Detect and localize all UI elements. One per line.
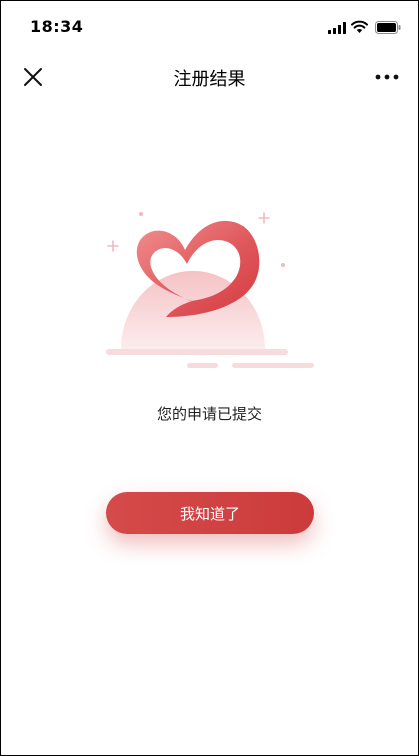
status-time: 18:34 [30,17,84,36]
status-bar: 18:34 [1,1,418,53]
phone-screen: 18:34 注册结果 您的申请已提交 我知道了 [0,0,419,756]
more-options-icon[interactable] [373,65,401,89]
battery-icon [375,21,401,34]
page-title: 注册结果 [173,69,246,90]
cellular-signal-icon [328,22,346,34]
result-message: 您的申请已提交 [156,405,262,423]
confirm-button[interactable]: 我知道了 [106,492,314,534]
heart-illustration [106,212,314,368]
wifi-icon [351,20,368,33]
navigation-bar: 注册结果 [1,53,418,99]
